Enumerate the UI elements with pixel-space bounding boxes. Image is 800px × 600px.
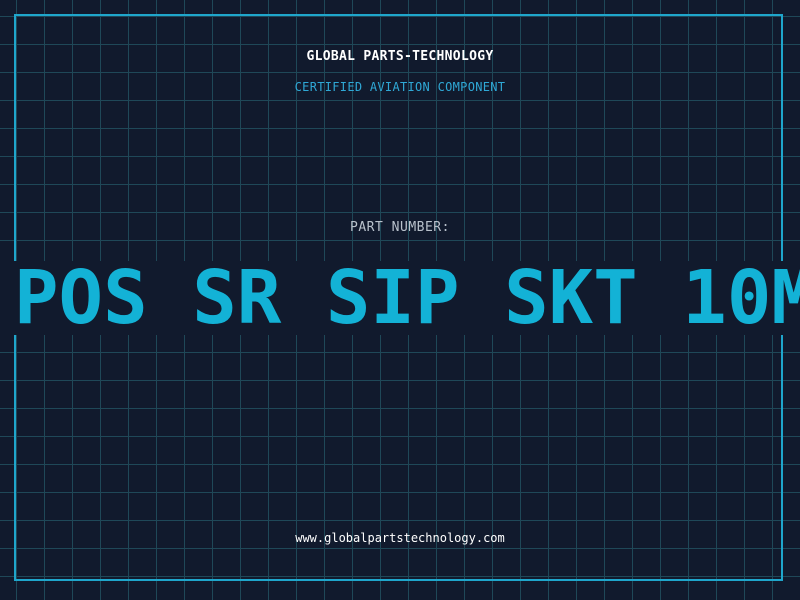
part-number-band: POS SR SIP SKT 10M bbox=[0, 261, 800, 335]
certification-tagline: CERTIFIED AVIATION COMPONENT bbox=[294, 80, 506, 94]
company-name: GLOBAL PARTS-TECHNOLOGY bbox=[306, 49, 494, 64]
part-number-value: POS SR SIP SKT 10M bbox=[14, 261, 800, 335]
website-url: www.globalpartstechnology.com bbox=[295, 531, 505, 545]
part-number-label: PART NUMBER: bbox=[350, 220, 450, 235]
